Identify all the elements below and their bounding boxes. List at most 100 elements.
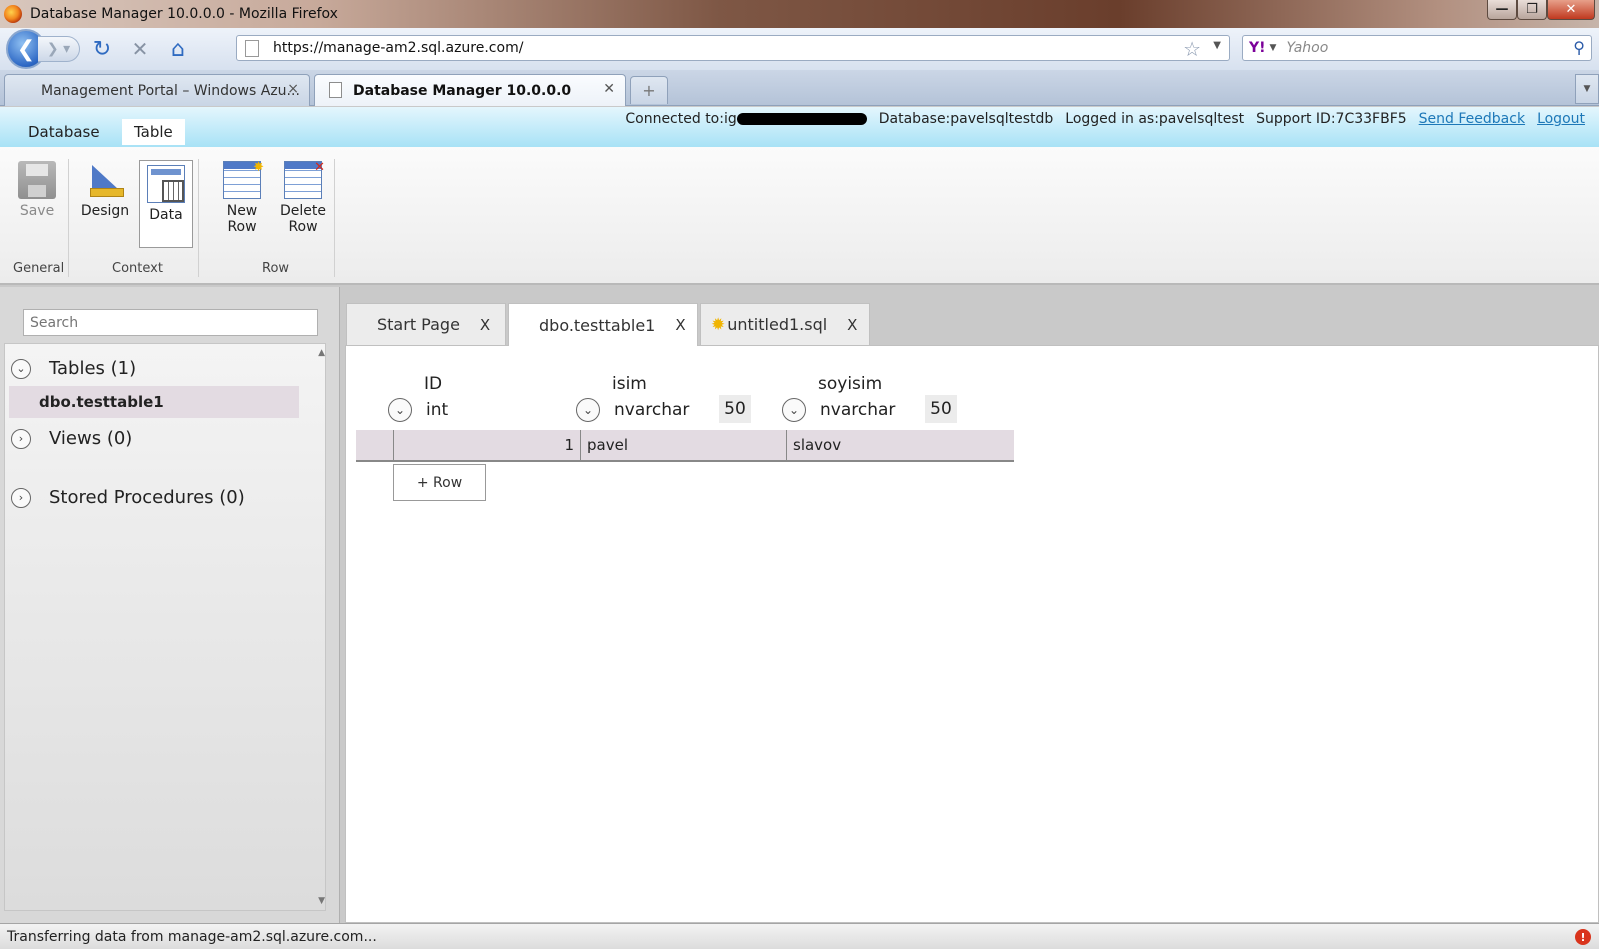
url-bar[interactable]: https://manage-am2.sql.azure.com/ ☆ ▼ <box>236 35 1230 61</box>
cell-isim[interactable]: pavel <box>580 430 786 460</box>
tab-list-button[interactable]: ▼ <box>1575 74 1599 104</box>
chevron-right-icon[interactable]: › <box>11 428 31 449</box>
tree-node-tables[interactable]: ⌄ Tables (1) <box>11 358 136 379</box>
design-label: Design <box>80 203 130 219</box>
new-row-label-1: New <box>226 203 258 219</box>
group-label-general: General <box>13 261 65 276</box>
bookmark-star-icon[interactable]: ☆ <box>1183 37 1201 61</box>
column-type: nvarchar <box>614 400 690 420</box>
redacted-server-name <box>736 113 867 125</box>
home-button[interactable]: ⌂ <box>162 35 194 63</box>
table-data-editor: ⌄ ID int ⌄ isim nvarchar 50 ⌄ soyisim nv… <box>345 345 1599 923</box>
send-feedback-link[interactable]: Send Feedback <box>1419 111 1525 127</box>
stop-button[interactable]: ✕ <box>124 35 156 63</box>
doc-tab-start-page[interactable]: Start Page X <box>346 303 506 345</box>
menu-tab-database[interactable]: Database <box>16 119 112 145</box>
save-button[interactable]: Save <box>10 161 64 219</box>
minimize-button[interactable]: — <box>1487 0 1517 20</box>
search-bar[interactable]: Y! ▼ Yahoo ⚲ <box>1242 35 1592 61</box>
add-row-button[interactable]: + Row <box>393 464 486 501</box>
new-tab-button[interactable]: + <box>630 76 668 104</box>
design-button[interactable]: Design <box>78 161 132 219</box>
group-label-row: Row <box>262 261 290 276</box>
data-grid-icon <box>147 165 185 203</box>
delete-x-icon: ✕ <box>314 160 325 175</box>
reload-button[interactable]: ↻ <box>86 35 118 63</box>
data-button[interactable]: Data <box>139 160 193 248</box>
new-row-icon: ✸ <box>223 160 264 199</box>
browser-tab-management-portal[interactable]: Management Portal – Windows Azu... × <box>4 74 310 106</box>
chevron-down-icon[interactable]: ⌄ <box>11 358 31 379</box>
cell-id[interactable]: 1 <box>393 430 580 460</box>
group-label-context: Context <box>112 261 163 276</box>
maximize-button[interactable]: ❐ <box>1517 0 1547 20</box>
doc-tab-dbo-testtable1[interactable]: dbo.testtable1 X <box>508 303 698 346</box>
new-row-label-2: Row <box>227 219 257 235</box>
object-tree: ▲ ⌄ Tables (1) dbo.testtable1 › Views (0… <box>4 343 326 911</box>
tab-close-icon[interactable]: ✕ <box>603 81 615 97</box>
column-name: isim <box>612 374 647 394</box>
save-disk-icon <box>18 161 56 199</box>
tab-close-icon[interactable]: × <box>287 81 299 97</box>
browser-tab-database-manager[interactable]: Database Manager 10.0.0.0 ✕ <box>314 74 626 106</box>
delete-row-label-2: Row <box>288 219 318 235</box>
logout-link[interactable]: Logout <box>1537 111 1585 127</box>
logged-in-user: Logged in as:pavelsqltest <box>1065 111 1245 127</box>
connection-info: Connected to:ig Database:pavelsqltestdb … <box>613 111 1585 127</box>
doc-tab-close-icon[interactable]: X <box>847 316 857 334</box>
cell-soyisim[interactable]: slavov <box>786 430 1014 460</box>
design-ruler-icon <box>86 161 124 199</box>
stored-procedures-label: Stored Procedures (0) <box>49 487 245 508</box>
database-name: Database:pavelsqltestdb <box>878 111 1054 127</box>
app-header: Database Table Connected to:ig Database:… <box>0 107 1599 147</box>
url-text[interactable]: https://manage-am2.sql.azure.com/ <box>273 40 523 56</box>
views-label: Views (0) <box>49 428 133 449</box>
yahoo-logo-icon[interactable]: Y! <box>1249 40 1266 56</box>
chevron-down-icon[interactable]: ⌄ <box>782 398 806 422</box>
close-window-button[interactable]: ✕ <box>1547 0 1595 20</box>
search-placeholder[interactable]: Yahoo <box>1286 40 1328 56</box>
tree-node-views[interactable]: › Views (0) <box>11 428 132 449</box>
column-type: int <box>426 400 449 420</box>
url-dropdown-icon[interactable]: ▼ <box>1213 40 1221 51</box>
chevron-down-icon[interactable]: ⌄ <box>576 398 600 422</box>
delete-row-button[interactable]: ✕ Delete Row <box>276 160 330 235</box>
plus-icon: + <box>642 81 656 100</box>
browser-tab-strip: Management Portal – Windows Azu... × Dat… <box>0 70 1599 106</box>
doc-tab-label: untitled1.sql <box>727 315 828 334</box>
reload-icon: ↻ <box>92 36 112 62</box>
doc-tab-untitled1-sql[interactable]: ✹ untitled1.sql X <box>700 303 870 345</box>
forward-button[interactable]: ❯ ▾ <box>38 36 80 62</box>
search-engine-dropdown-icon[interactable]: ▼ <box>1270 43 1277 53</box>
new-row-button[interactable]: ✸ New Row <box>215 160 269 235</box>
tree-node-stored-procedures[interactable]: › Stored Procedures (0) <box>11 487 245 508</box>
ribbon-toolbar: Save Design Data ✸ New Row ✕ Delete Row … <box>0 147 1599 285</box>
page-icon <box>329 82 342 98</box>
stop-icon: ✕ <box>131 37 149 61</box>
explorer-search-input[interactable] <box>23 309 318 336</box>
ribbon-separator <box>68 159 69 277</box>
chevron-down-icon[interactable]: ⌄ <box>388 398 412 422</box>
column-length[interactable]: 50 <box>925 395 957 423</box>
forward-arrow-icon: ❯ ▾ <box>46 41 71 57</box>
alert-icon[interactable]: ! <box>1575 929 1591 945</box>
doc-tab-close-icon[interactable]: X <box>480 316 490 334</box>
data-label: Data <box>149 207 183 223</box>
new-star-icon: ✸ <box>253 160 264 175</box>
scroll-up-arrow-icon[interactable]: ▲ <box>318 348 325 358</box>
scroll-down-arrow-icon[interactable]: ▼ <box>318 896 325 906</box>
chevron-right-icon[interactable]: › <box>11 487 31 508</box>
column-length[interactable]: 50 <box>719 395 751 423</box>
tree-item-dbo-testtable1[interactable]: dbo.testtable1 <box>9 386 299 418</box>
ribbon-separator <box>198 159 199 277</box>
table-row[interactable]: 1 pavel slavov <box>356 430 1014 462</box>
delete-row-icon: ✕ <box>284 160 325 199</box>
window-title-bar: Database Manager 10.0.0.0 - Mozilla Fire… <box>0 0 1599 28</box>
magnifier-icon[interactable]: ⚲ <box>1573 38 1585 57</box>
doc-tab-close-icon[interactable]: X <box>675 316 685 334</box>
connected-to-label: Connected to:ig <box>625 111 737 127</box>
status-bar: Transferring data from manage-am2.sql.az… <box>0 923 1599 949</box>
delete-row-label-1: Delete <box>280 203 326 219</box>
menu-tab-table[interactable]: Table <box>122 119 185 145</box>
navigation-toolbar: ❮ ❯ ▾ ↻ ✕ ⌂ https://manage-am2.sql.azure… <box>0 28 1599 70</box>
